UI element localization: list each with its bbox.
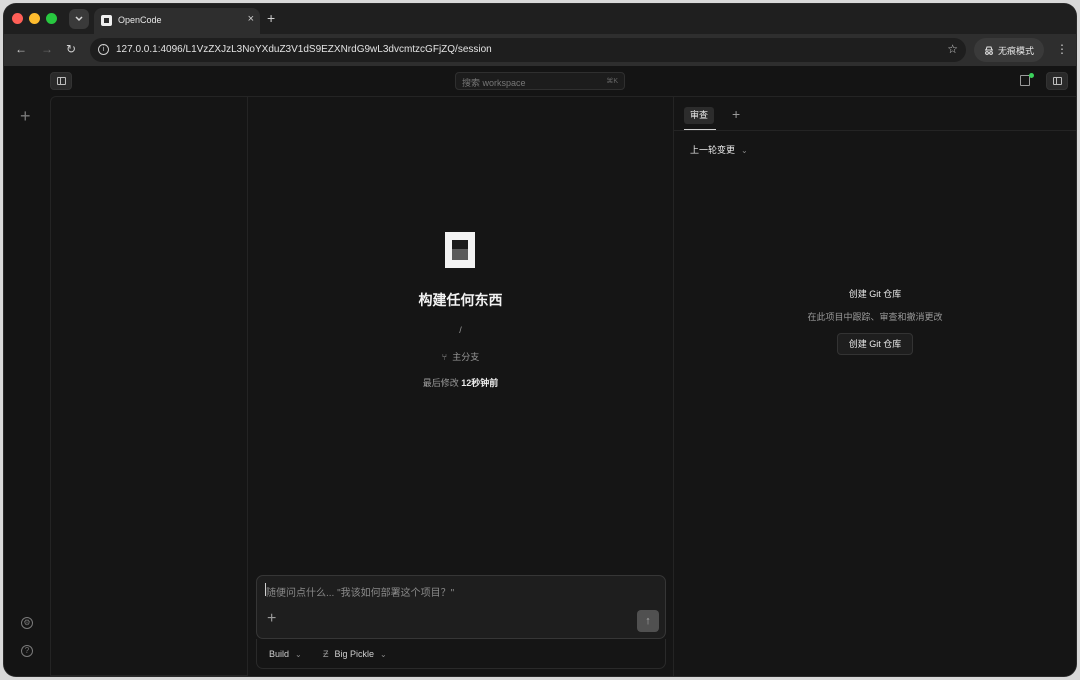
url-text[interactable]: 127.0.0.1:4096/L1VzZXJzL3NoYXduZ3V1dS9EZ… — [116, 44, 492, 55]
tab-title: OpenCode — [118, 15, 162, 25]
chevron-down-icon: ⌄ — [380, 650, 387, 659]
branch-info: ⑂ 主分支 — [248, 350, 673, 363]
add-tab-button[interactable]: + — [732, 106, 740, 122]
agent-selector[interactable]: Build ⌄ — [269, 649, 302, 659]
workspace-search[interactable]: 搜索 workspace ⌘K — [455, 72, 625, 90]
settings-icon[interactable]: ⚙ — [21, 617, 33, 629]
last-modified: 最后修改 12秒钟前 — [248, 376, 673, 389]
status-dot — [1029, 73, 1034, 78]
create-git-repo-button[interactable]: 创建 Git 仓库 — [837, 333, 913, 355]
back-arrow-icon[interactable]: ← — [15, 42, 27, 56]
new-tab-button[interactable]: + — [267, 10, 275, 26]
send-button[interactable]: ↑ — [637, 610, 659, 632]
close-window-button[interactable] — [12, 13, 23, 24]
forward-arrow-icon[interactable]: → — [41, 42, 53, 56]
hero-title: 构建任何东西 — [418, 292, 503, 308]
model-selector[interactable]: Ƶ Big Pickle ⌄ — [323, 649, 387, 659]
browser-menu-icon[interactable]: ⋮ — [1056, 42, 1068, 56]
incognito-icon — [984, 46, 993, 55]
attach-plus-icon[interactable]: + — [267, 610, 276, 628]
review-scope-label: 上一轮变更 — [690, 145, 736, 155]
divider — [674, 130, 1076, 131]
tab-review[interactable]: 审查 — [684, 107, 715, 124]
chevron-down-icon: ⌄ — [295, 650, 302, 659]
model-label: Big Pickle — [334, 649, 375, 659]
sidebar-icon — [57, 77, 66, 85]
prompt-placeholder: 随便问点什么... "我该如何部署这个项目？" — [266, 588, 455, 599]
opencode-favicon-icon — [101, 15, 112, 26]
browser-toolbar: ← → ↻ i 127.0.0.1:4096/L1VzZXJzL3NoYXduZ… — [4, 34, 1076, 66]
toggle-review-panel-button[interactable] — [1046, 72, 1068, 90]
opencode-app: 搜索 workspace ⌘K + ⚙ ? 构建任何东西 / ⑂ 主分支 最后修… — [4, 66, 1076, 676]
chevron-down-icon: ⌄ — [741, 146, 748, 155]
opencode-logo — [445, 232, 475, 268]
branch-name: 主分支 — [452, 352, 480, 362]
agent-label: Build — [269, 649, 290, 659]
left-rail: + ⚙ ? — [4, 96, 50, 676]
branch-icon: ⑂ — [441, 352, 448, 362]
last-modified-value: 12秒钟前 — [461, 378, 499, 388]
browser-tab[interactable]: OpenCode × — [94, 8, 260, 34]
site-info-icon[interactable]: i — [98, 44, 109, 55]
close-tab-icon[interactable]: × — [248, 13, 254, 25]
search-placeholder: 搜索 workspace — [462, 78, 526, 88]
search-shortcut: ⌘K — [606, 78, 618, 85]
help-icon[interactable]: ? — [21, 645, 33, 657]
minimize-window-button[interactable] — [29, 13, 40, 24]
arrow-up-icon: ↑ — [645, 615, 651, 627]
empty-state-subtitle: 在此项目中跟踪、审查和撤消更改 — [807, 312, 943, 322]
model-provider-icon: Ƶ — [323, 649, 329, 659]
reload-icon[interactable]: ↻ — [66, 42, 76, 56]
incognito-indicator[interactable]: 无痕模式 — [974, 38, 1044, 62]
panel-icon — [1053, 77, 1062, 85]
review-scope-dropdown[interactable]: 上一轮变更 ⌄ — [690, 143, 748, 156]
incognito-label: 无痕模式 — [997, 45, 1034, 56]
toggle-sidebar-button[interactable] — [50, 72, 72, 90]
session-main: 构建任何东西 / ⑂ 主分支 最后修改 12秒钟前 随便问点什么... "我该如何… — [248, 96, 674, 676]
sessions-pane — [50, 96, 248, 676]
empty-state-title: 创建 Git 仓库 — [848, 289, 902, 299]
review-pane: 审查 + 上一轮变更 ⌄ 创建 Git 仓库 在此项目中跟踪、审查和撤消更改 创建… — [674, 96, 1076, 676]
tab-strip: OpenCode × + — [4, 4, 1076, 34]
last-modified-label: 最后修改 — [422, 378, 459, 388]
prompt-input[interactable]: 随便问点什么... "我该如何部署这个项目？" + ↑ — [256, 575, 666, 639]
chevron-down-icon — [75, 16, 83, 22]
address-bar[interactable]: i 127.0.0.1:4096/L1VzZXJzL3NoYXduZ3V1dS9… — [90, 38, 966, 62]
review-status-button[interactable] — [1020, 73, 1034, 86]
bookmark-star-icon[interactable]: ☆ — [947, 42, 958, 56]
prompt-options-bar: Build ⌄ Ƶ Big Pickle ⌄ — [256, 639, 666, 669]
tab-search-button[interactable] — [69, 9, 89, 29]
app-topbar: 搜索 workspace ⌘K — [4, 66, 1076, 96]
add-project-button[interactable]: + — [20, 106, 31, 127]
zoom-window-button[interactable] — [46, 13, 57, 24]
project-path: / — [459, 325, 462, 335]
browser-window: OpenCode × + ← → ↻ i 127.0.0.1:4096/L1Vz… — [4, 4, 1076, 676]
